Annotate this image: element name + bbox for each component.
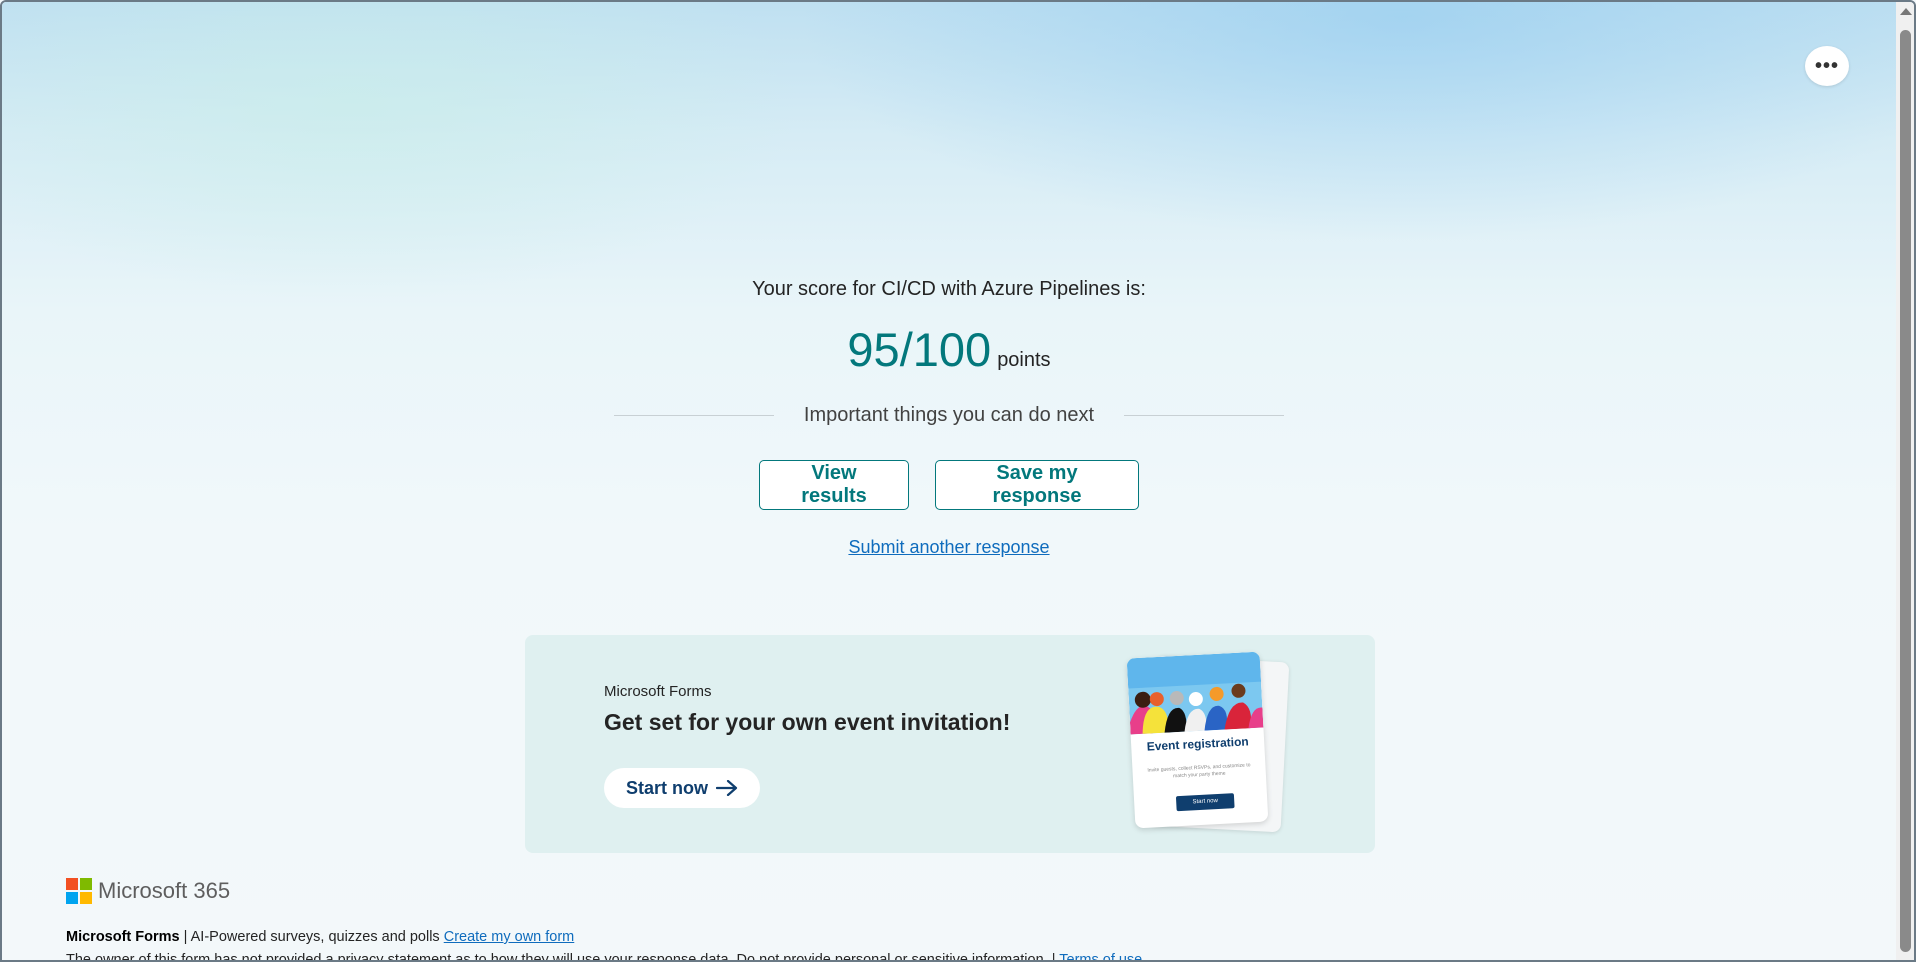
create-form-link[interactable]: Create my own form [444, 929, 575, 945]
browser-window: ••• Your score for CI/CD with Azure Pipe… [0, 0, 1916, 962]
submit-another-row: Submit another response [2, 537, 1896, 558]
microsoft-logo-icon [66, 878, 92, 904]
divider-left [613, 415, 774, 416]
microsoft-365-logo[interactable]: Microsoft 365 [66, 878, 230, 904]
card-title: Event registration [1146, 734, 1250, 754]
arrow-right-icon [716, 780, 738, 796]
vertical-scrollbar[interactable] [1896, 2, 1914, 960]
promo-brand: Microsoft Forms [604, 683, 712, 700]
start-now-label: Start now [625, 777, 708, 798]
score-unit: points [997, 349, 1051, 371]
more-horizontal-icon: ••• [1814, 55, 1839, 77]
footer-product: Microsoft Forms [66, 929, 180, 945]
next-steps-heading-row: Important things you can do next [2, 404, 1896, 427]
promo-banner: Microsoft Forms Get set for your own eve… [525, 635, 1375, 853]
scroll-up-arrow-icon[interactable] [1900, 8, 1912, 15]
divider-right [1124, 415, 1285, 416]
logo-text: Microsoft 365 [98, 878, 231, 903]
submit-another-link[interactable]: Submit another response [848, 537, 1049, 557]
more-options-button[interactable]: ••• [1805, 46, 1849, 86]
scroll-thumb[interactable] [1900, 30, 1911, 952]
promo-title: Get set for your own event invitation! [604, 709, 1011, 735]
save-response-button[interactable]: Save my response [935, 460, 1139, 510]
footer-privacy-line: The owner of this form has not provided … [66, 952, 1142, 962]
page-background: ••• Your score for CI/CD with Azure Pipe… [2, 2, 1896, 962]
next-steps-heading: Important things you can do next [803, 404, 1095, 426]
event-registration-card: Event registration Invite guests, collec… [1126, 651, 1269, 829]
score-row: 95/100 points [2, 322, 1896, 377]
start-now-button[interactable]: Start now [604, 768, 760, 808]
privacy-text: The owner of this form has not provided … [66, 952, 1056, 962]
terms-of-use-link[interactable]: Terms of use [1059, 952, 1142, 960]
score-value: 95/100 [847, 323, 992, 376]
action-buttons: View results Save my response [2, 460, 1896, 510]
card-description: Invite guests, collect RSVPs, and custom… [1147, 762, 1251, 780]
view-results-button[interactable]: View results [759, 460, 909, 510]
footer-product-line: Microsoft Forms | AI-Powered surveys, qu… [66, 929, 574, 945]
people-illustration [1126, 651, 1264, 735]
footer-tagline: AI-Powered surveys, quizzes and polls [190, 929, 440, 945]
score-label: Your score for CI/CD with Azure Pipeline… [752, 278, 1146, 300]
card-start-button: Start now [1175, 793, 1235, 812]
footer-separator: | [183, 929, 188, 945]
